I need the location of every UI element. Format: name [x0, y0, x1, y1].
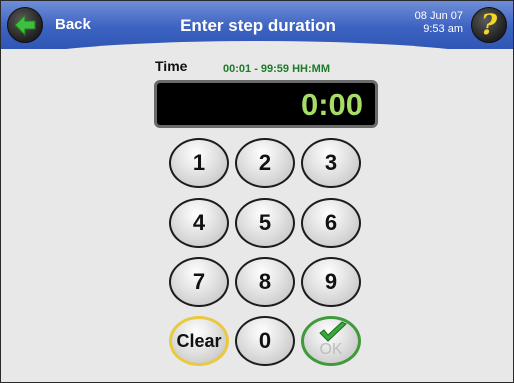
- time-text: 9:53 am: [423, 23, 463, 35]
- app-window: Back Enter step duration 08 Jun 07 9:53 …: [0, 0, 514, 383]
- ok-label: OK: [319, 341, 343, 358]
- time-range-hint: 00:01 - 99:59 HH:MM: [223, 63, 330, 75]
- question-mark-icon: ?: [480, 8, 498, 41]
- key-4[interactable]: 4: [169, 198, 229, 248]
- key-3[interactable]: 3: [301, 138, 361, 188]
- help-button[interactable]: ?: [471, 7, 507, 43]
- time-label: Time: [155, 58, 188, 74]
- time-display: 0:00: [154, 80, 378, 128]
- key-2[interactable]: 2: [235, 138, 295, 188]
- key-5[interactable]: 5: [235, 198, 295, 248]
- key-0[interactable]: 0: [235, 316, 295, 366]
- key-9[interactable]: 9: [301, 257, 361, 307]
- ok-button[interactable]: OK: [301, 316, 361, 366]
- key-1[interactable]: 1: [169, 138, 229, 188]
- time-value: 0:00: [300, 87, 363, 122]
- key-6[interactable]: 6: [301, 198, 361, 248]
- date-text: 08 Jun 07: [414, 10, 463, 22]
- key-7[interactable]: 7: [169, 257, 229, 307]
- datetime: 08 Jun 07 9:53 am: [415, 10, 463, 36]
- key-8[interactable]: 8: [235, 257, 295, 307]
- clear-button[interactable]: Clear: [169, 316, 229, 366]
